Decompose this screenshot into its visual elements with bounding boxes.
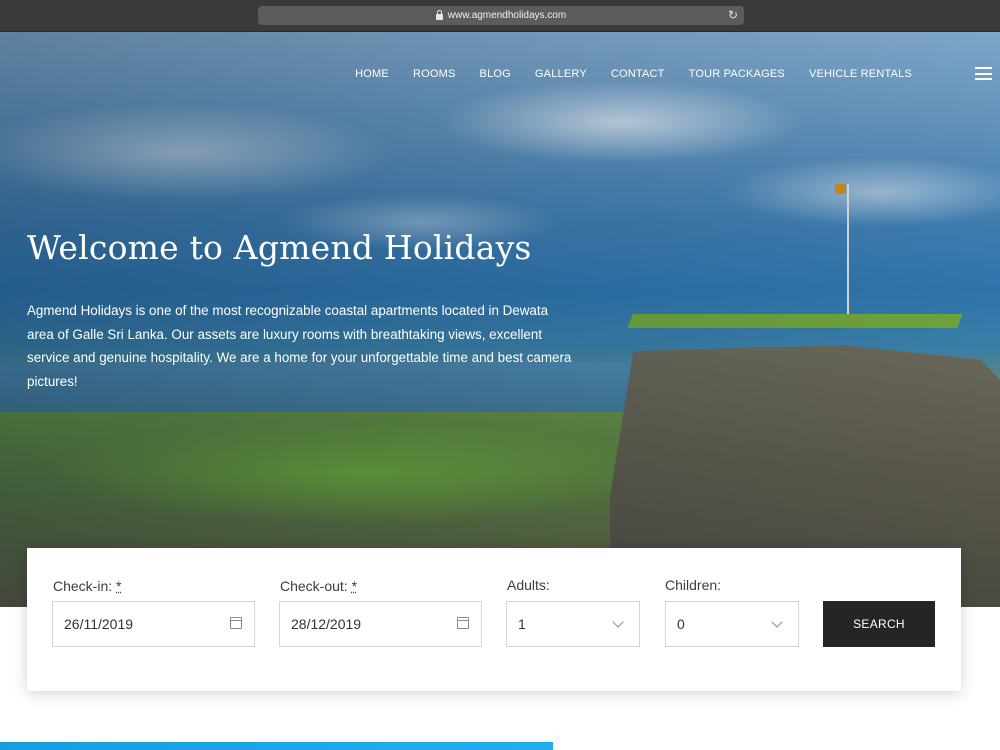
checkin-value: 26/11/2019: [64, 616, 134, 632]
section-accent-bar: [0, 742, 553, 750]
nav-contact[interactable]: CONTACT: [611, 68, 665, 80]
adults-label: Adults:: [507, 577, 550, 593]
chevron-down-icon: [612, 616, 624, 628]
checkin-label: Check-in: *: [53, 578, 122, 594]
children-label: Children:: [665, 577, 722, 593]
adults-select[interactable]: 1: [506, 601, 640, 647]
url-text: www.agmendholidays.com: [447, 10, 567, 21]
browser-toolbar: www.agmendholidays.com ↻: [0, 0, 1000, 32]
hero-title: Welcome to Agmend Holidays: [27, 228, 532, 267]
nav-blog[interactable]: BLOG: [480, 68, 511, 80]
calendar-icon[interactable]: [457, 617, 469, 629]
calendar-icon[interactable]: [230, 617, 242, 629]
chevron-down-icon: [771, 616, 783, 628]
checkout-label: Check-out: *: [280, 578, 358, 594]
menu-icon[interactable]: [975, 67, 992, 80]
hero-description: Agmend Holidays is one of the most recog…: [27, 303, 572, 389]
nav-home[interactable]: HOME: [355, 68, 389, 80]
reload-icon[interactable]: ↻: [728, 8, 738, 22]
lock-icon: [435, 9, 443, 20]
required-mark: *: [116, 578, 122, 594]
checkout-value: 28/12/2019: [291, 616, 362, 632]
checkin-field[interactable]: 26/11/2019: [52, 601, 255, 647]
children-value: 0: [677, 616, 685, 632]
main-nav: HOME ROOMS BLOG GALLERY CONTACT TOUR PAC…: [355, 68, 912, 80]
nav-gallery[interactable]: GALLERY: [535, 68, 587, 80]
nav-tour-packages[interactable]: TOUR PACKAGES: [689, 68, 785, 80]
search-button[interactable]: SEARCH: [823, 601, 935, 647]
address-bar[interactable]: www.agmendholidays.com ↻: [258, 6, 744, 25]
nav-rooms[interactable]: ROOMS: [413, 68, 456, 80]
required-mark: *: [351, 578, 358, 594]
booking-form: Check-in: * 26/11/2019 Check-out: * 28/1…: [27, 548, 961, 691]
checkout-field[interactable]: 28/12/2019: [279, 601, 482, 647]
adults-value: 1: [518, 616, 526, 632]
nav-vehicle-rentals[interactable]: VEHICLE RENTALS: [809, 68, 912, 80]
children-select[interactable]: 0: [665, 601, 799, 647]
